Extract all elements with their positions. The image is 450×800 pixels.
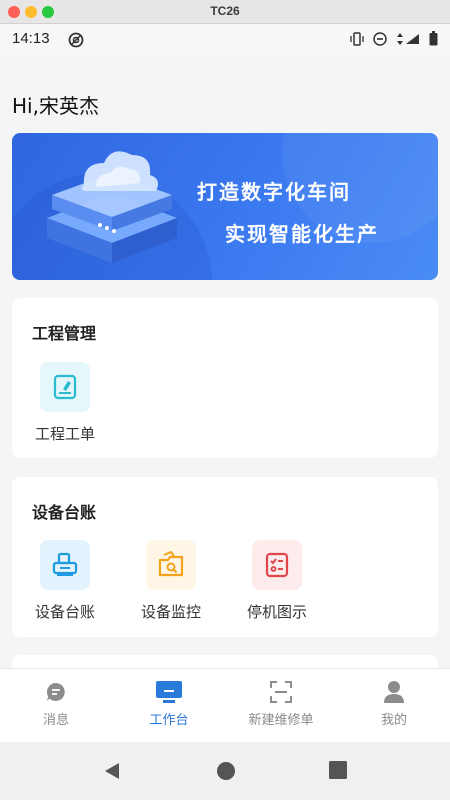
- window-title: TC26: [210, 4, 240, 18]
- scan-icon: [225, 679, 337, 705]
- engineering-card-title: 工程管理: [32, 324, 97, 343]
- banner-headline-1: 打造数字化车间: [197, 180, 351, 204]
- do-not-disturb-icon: [373, 31, 387, 50]
- tab-profile[interactable]: 我的: [338, 669, 450, 743]
- tab-workbench[interactable]: 工作台: [113, 669, 225, 743]
- greeting-text: Hi,宋英杰: [12, 94, 99, 118]
- promo-banner[interactable]: 打造数字化车间 实现智能化生产: [12, 133, 438, 280]
- status-time: 14:13: [12, 30, 50, 47]
- back-icon[interactable]: [102, 761, 122, 785]
- tab-label: 工作台: [149, 713, 189, 728]
- home-icon[interactable]: [216, 761, 236, 785]
- bottom-tab-bar: 消息 工作台 新建维修单 我的: [0, 668, 450, 742]
- status-bar: 14:13: [0, 24, 450, 54]
- tab-label: 消息: [42, 713, 69, 728]
- tile-label: 设备台账: [34, 603, 95, 621]
- tile-engineering-work-order[interactable]: 工程工单: [20, 362, 110, 444]
- tile-equipment-ledger[interactable]: 设备台账: [20, 540, 110, 622]
- printer-icon: [40, 540, 90, 590]
- banner-illustration: [12, 133, 438, 280]
- document-edit-icon: [40, 362, 90, 412]
- signal-icon: [395, 31, 421, 50]
- battery-icon: [429, 31, 438, 50]
- tile-equipment-monitor[interactable]: 设备监控: [126, 540, 216, 622]
- chat-icon: [0, 679, 112, 705]
- tile-downtime-diagram[interactable]: 停机图示: [232, 540, 322, 622]
- monitor-icon: [113, 679, 225, 705]
- folder-search-icon: [146, 540, 196, 590]
- user-icon: [338, 679, 450, 705]
- equipment-card: 设备台账 设备台账 设备监控 停机图示: [12, 477, 438, 637]
- recents-icon[interactable]: [329, 761, 347, 783]
- vibrate-icon: [349, 31, 365, 50]
- tab-new-repair-order[interactable]: 新建维修单: [225, 669, 337, 743]
- at-sign-icon: [68, 32, 84, 52]
- tile-label: 设备监控: [140, 603, 201, 621]
- engineering-card: 工程管理 工程工单: [12, 298, 438, 458]
- tile-label: 工程工单: [34, 425, 95, 443]
- system-nav-bar: [0, 742, 450, 800]
- tab-messages[interactable]: 消息: [0, 669, 112, 743]
- equipment-card-title: 设备台账: [32, 503, 97, 522]
- banner-headline-2: 实现智能化生产: [225, 222, 379, 246]
- tab-label: 新建维修单: [248, 713, 314, 728]
- tile-label: 停机图示: [246, 603, 307, 621]
- checklist-icon: [252, 540, 302, 590]
- tab-label: 我的: [380, 713, 407, 728]
- window-titlebar: TC26: [0, 0, 450, 24]
